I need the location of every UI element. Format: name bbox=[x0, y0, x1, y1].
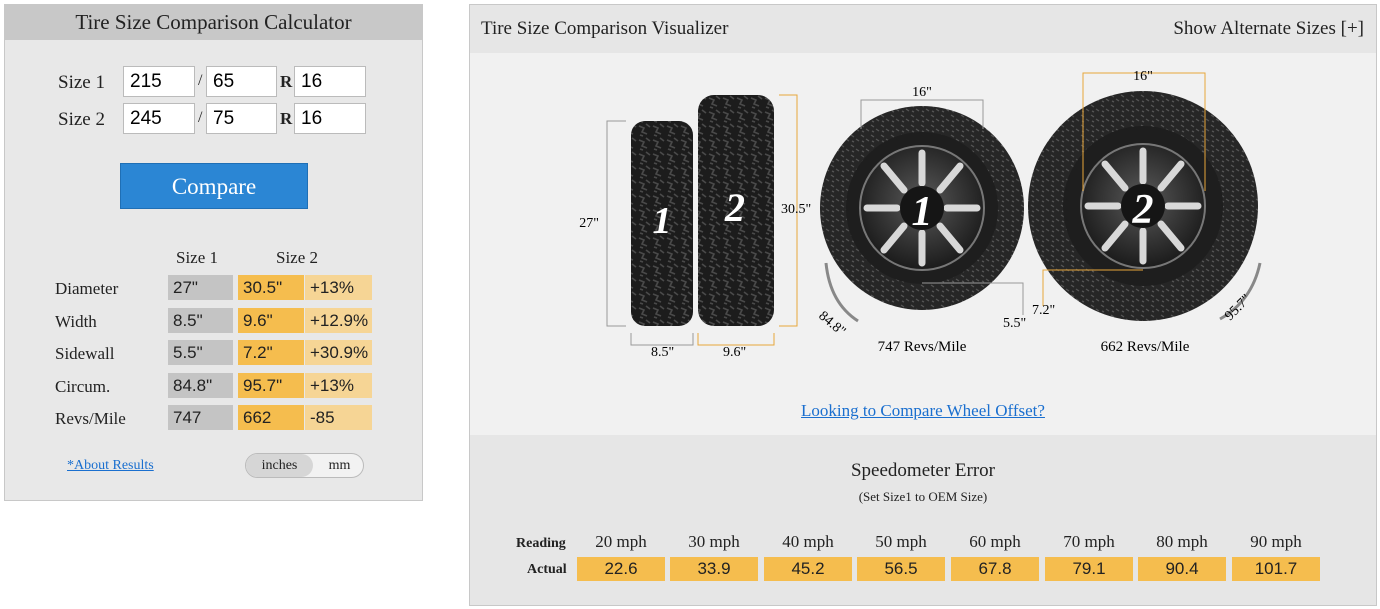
tire1-front-view: 1 bbox=[820, 106, 1024, 310]
speed-reading: 70 mph bbox=[1063, 532, 1115, 551]
result-size2-value: 30.5" bbox=[238, 275, 304, 300]
result-size2-value: 9.6" bbox=[238, 308, 304, 333]
speed-actual: 45.2 bbox=[764, 557, 852, 581]
result-label: Width bbox=[55, 312, 97, 331]
result-label: Revs/Mile bbox=[55, 409, 126, 428]
result-size2-value: 95.7" bbox=[238, 373, 304, 398]
visualizer-header: Tire Size Comparison Visualizer Show Alt… bbox=[470, 5, 1376, 53]
result-row-revs-mile: Revs/Mile 747 662 -85 bbox=[5, 405, 424, 432]
tire1-side-number: 1 bbox=[653, 200, 672, 242]
size2-rim-input[interactable]: 16 bbox=[294, 103, 366, 134]
revs2-label: 662 Revs/Mile bbox=[1101, 339, 1190, 355]
speed-reading: 30 mph bbox=[688, 532, 740, 551]
diameter1-bracket bbox=[606, 120, 626, 327]
width1-bracket bbox=[630, 333, 694, 346]
result-size1-value: 8.5" bbox=[168, 308, 233, 333]
circum2-label: 95.7" bbox=[1222, 292, 1254, 324]
tire2-side-number: 2 bbox=[724, 185, 745, 230]
size2-label: Size 2 bbox=[58, 109, 105, 130]
size1-width-input[interactable]: 215 bbox=[123, 66, 195, 97]
speed-reading: 50 mph bbox=[875, 532, 927, 551]
result-row-sidewall: Sidewall 5.5" 7.2" +30.9% bbox=[5, 340, 424, 367]
result-label: Sidewall bbox=[55, 344, 115, 363]
circum1-label: 84.8" bbox=[815, 309, 848, 340]
compare-wheel-offset-link[interactable]: Looking to Compare Wheel Offset? bbox=[470, 401, 1376, 421]
speed-actual: 79.1 bbox=[1045, 557, 1133, 581]
actual-row-label: Actual bbox=[527, 562, 567, 577]
tire2-front-view: 2 bbox=[1028, 91, 1258, 321]
size1-r: R bbox=[280, 72, 293, 91]
revs1-label: 747 Revs/Mile bbox=[878, 339, 967, 355]
sidewall1-label: 5.5" bbox=[1003, 316, 1026, 331]
result-size1-value: 5.5" bbox=[168, 340, 233, 365]
size1-rim-input[interactable]: 16 bbox=[294, 66, 366, 97]
result-size1-value: 747 bbox=[168, 405, 233, 430]
result-size1-value: 84.8" bbox=[168, 373, 233, 398]
speed-actual: 101.7 bbox=[1232, 557, 1320, 581]
sidewall2-label: 7.2" bbox=[1032, 303, 1055, 318]
result-label: Diameter bbox=[55, 279, 119, 298]
result-diff-value: +13% bbox=[305, 373, 372, 398]
result-size2-value: 7.2" bbox=[238, 340, 304, 365]
reading-row-label: Reading bbox=[516, 536, 566, 551]
tire1-front-number: 1 bbox=[912, 189, 933, 235]
unit-toggle[interactable]: inches mm bbox=[245, 453, 364, 478]
visualizer-panel: Tire Size Comparison Visualizer Show Alt… bbox=[469, 4, 1377, 606]
speed-actual: 22.6 bbox=[577, 557, 665, 581]
unit-inches-option[interactable]: inches bbox=[246, 454, 313, 477]
speedometer-title: Speedometer Error bbox=[850, 460, 996, 481]
result-diff-value: -85 bbox=[305, 405, 372, 430]
result-row-circumference: Circum. 84.8" 95.7" +13% bbox=[5, 373, 424, 400]
speed-actual: 56.5 bbox=[857, 557, 945, 581]
result-size1-value: 27" bbox=[168, 275, 233, 300]
compare-button[interactable]: Compare bbox=[120, 163, 308, 209]
size1-label: Size 1 bbox=[58, 72, 105, 93]
show-alternate-sizes-link[interactable]: Show Alternate Sizes [+] bbox=[1173, 18, 1364, 40]
about-results-link[interactable]: *About Results bbox=[67, 458, 154, 474]
col-header-size2: Size 2 bbox=[276, 248, 319, 267]
col-header-size1: Size 1 bbox=[176, 248, 219, 267]
speedometer-subtitle: (Set Size1 to OEM Size) bbox=[858, 489, 988, 504]
tire-diagram: 1 2 27" 30.5" 8.5" 9.6" 1 16" 5.5" 84.8"… bbox=[579, 69, 1262, 360]
width2-bracket bbox=[697, 333, 775, 346]
result-diff-value: +13% bbox=[305, 275, 372, 300]
result-diff-value: +30.9% bbox=[305, 340, 372, 365]
size1-row: Size 1 215 / 65 R 16 bbox=[5, 66, 424, 99]
size2-ratio-input[interactable]: 75 bbox=[206, 103, 277, 134]
size1-ratio-input[interactable]: 65 bbox=[206, 66, 277, 97]
speed-reading: 20 mph bbox=[595, 532, 647, 551]
result-diff-value: +12.9% bbox=[305, 308, 372, 333]
rim1-label: 16" bbox=[912, 85, 932, 100]
speed-reading: 60 mph bbox=[969, 532, 1021, 551]
size1-slash: / bbox=[198, 72, 203, 89]
width1-label: 8.5" bbox=[651, 345, 674, 360]
speed-reading: 40 mph bbox=[782, 532, 834, 551]
visualizer-title: Tire Size Comparison Visualizer bbox=[481, 18, 729, 39]
width2-label: 9.6" bbox=[723, 345, 746, 360]
diameter1-label: 27" bbox=[579, 216, 599, 231]
size2-slash: / bbox=[198, 109, 203, 126]
speed-actual: 90.4 bbox=[1138, 557, 1226, 581]
tire2-side-view: 2 bbox=[698, 95, 774, 326]
speed-reading: 90 mph bbox=[1250, 532, 1302, 551]
speed-reading: 80 mph bbox=[1156, 532, 1208, 551]
size2-width-input[interactable]: 245 bbox=[123, 103, 195, 134]
result-row-width: Width 8.5" 9.6" +12.9% bbox=[5, 308, 424, 335]
tire1-side-view: 1 bbox=[631, 121, 693, 326]
result-label: Circum. bbox=[55, 377, 111, 396]
speed-actual: 67.8 bbox=[951, 557, 1039, 581]
size2-row: Size 2 245 / 75 R 16 bbox=[5, 103, 424, 136]
diameter2-label: 30.5" bbox=[781, 202, 811, 217]
size2-r: R bbox=[280, 109, 293, 128]
speed-actual: 33.9 bbox=[670, 557, 758, 581]
unit-mm-option[interactable]: mm bbox=[316, 454, 363, 477]
tire2-front-number: 2 bbox=[1132, 187, 1154, 233]
result-row-diameter: Diameter 27" 30.5" +13% bbox=[5, 275, 424, 302]
calculator-title: Tire Size Comparison Calculator bbox=[5, 5, 422, 40]
result-size2-value: 662 bbox=[238, 405, 304, 430]
calculator-panel: Tire Size Comparison Calculator Size 1 2… bbox=[4, 4, 423, 501]
rim2-label: 16" bbox=[1133, 69, 1153, 84]
